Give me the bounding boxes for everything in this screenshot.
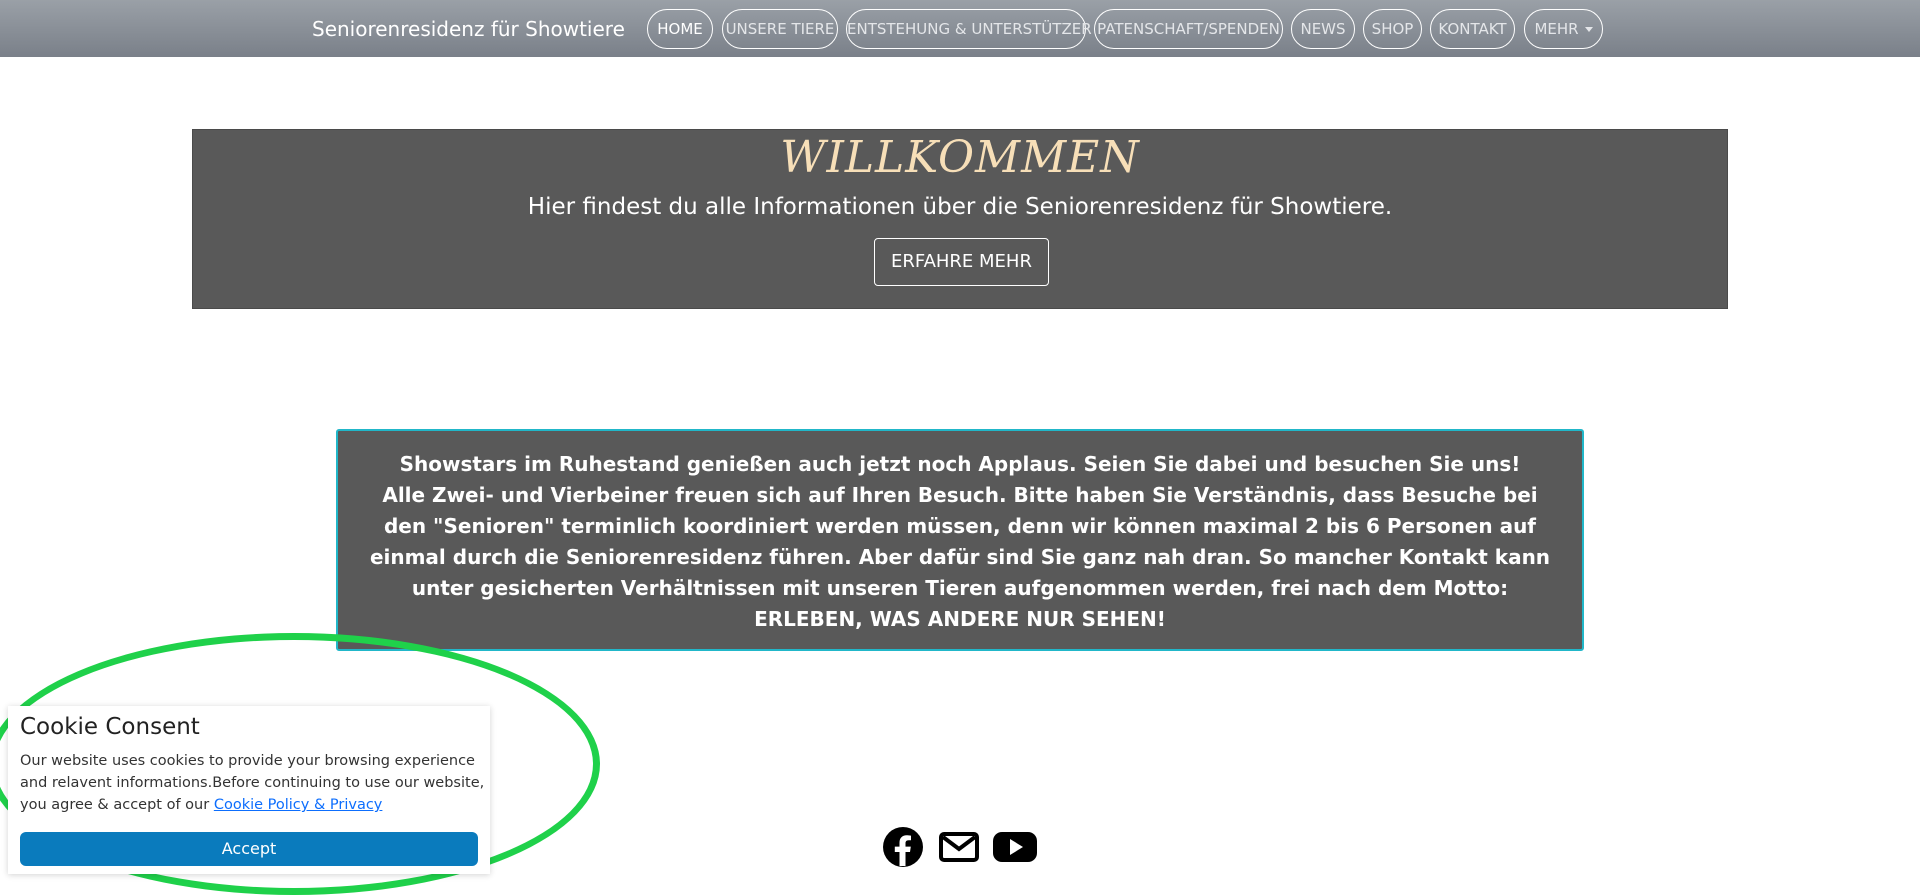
nav-item-shop[interactable]: SHOP [1363, 9, 1422, 49]
youtube-icon[interactable] [992, 826, 1038, 868]
info-line1-bold: Showstars im Ruhestand [399, 452, 680, 476]
nav-item-mehr-label: MEHR [1534, 20, 1579, 38]
info-box: Showstars im Ruhestand genießen auch jet… [336, 429, 1584, 651]
hero-title: WILLKOMMEN [780, 132, 1140, 183]
brand-title[interactable]: Seniorenresidenz für Showtiere [312, 17, 625, 41]
info-line2-bold: Alle Zwei- und Vierbeiner [382, 483, 669, 507]
navbar: Seniorenresidenz für Showtiere HOME UNSE… [0, 0, 1920, 57]
accept-button[interactable]: Accept [20, 832, 478, 866]
nav-item-home[interactable]: HOME [647, 9, 713, 49]
cookie-text: Our website uses cookies to provide your… [20, 750, 485, 816]
nav-item-news[interactable]: NEWS [1291, 9, 1355, 49]
info-motto: ERLEBEN, WAS ANDERE NUR SEHEN! [754, 607, 1166, 631]
nav-item-mehr-dropdown[interactable]: MEHR [1524, 9, 1603, 49]
nav-item-patenschaft[interactable]: PATENSCHAFT/SPENDEN [1094, 9, 1283, 49]
learn-more-button[interactable]: ERFAHRE MEHR [874, 238, 1049, 286]
facebook-icon[interactable] [882, 826, 924, 868]
hero-banner: WILLKOMMEN Hier findest du alle Informat… [192, 129, 1728, 309]
nav-item-entstehung[interactable]: ENTSTEHUNG & UNTERSTÜTZER [846, 9, 1092, 49]
mail-icon[interactable] [938, 826, 980, 868]
cookie-title: Cookie Consent [20, 714, 200, 740]
info-line1-text: genießen auch jetzt noch Applaus. Seien … [679, 452, 1521, 476]
cookie-consent-dialog: Cookie Consent Our website uses cookies … [8, 706, 490, 874]
hero-subtitle: Hier findest du alle Informationen über … [527, 194, 1393, 220]
nav-item-kontakt[interactable]: KONTAKT [1430, 9, 1515, 49]
nav-item-unsere-tiere[interactable]: UNSERE TIERE [722, 9, 838, 49]
caret-down-icon [1584, 27, 1593, 32]
cookie-policy-link[interactable]: Cookie Policy & Privacy [214, 797, 383, 813]
